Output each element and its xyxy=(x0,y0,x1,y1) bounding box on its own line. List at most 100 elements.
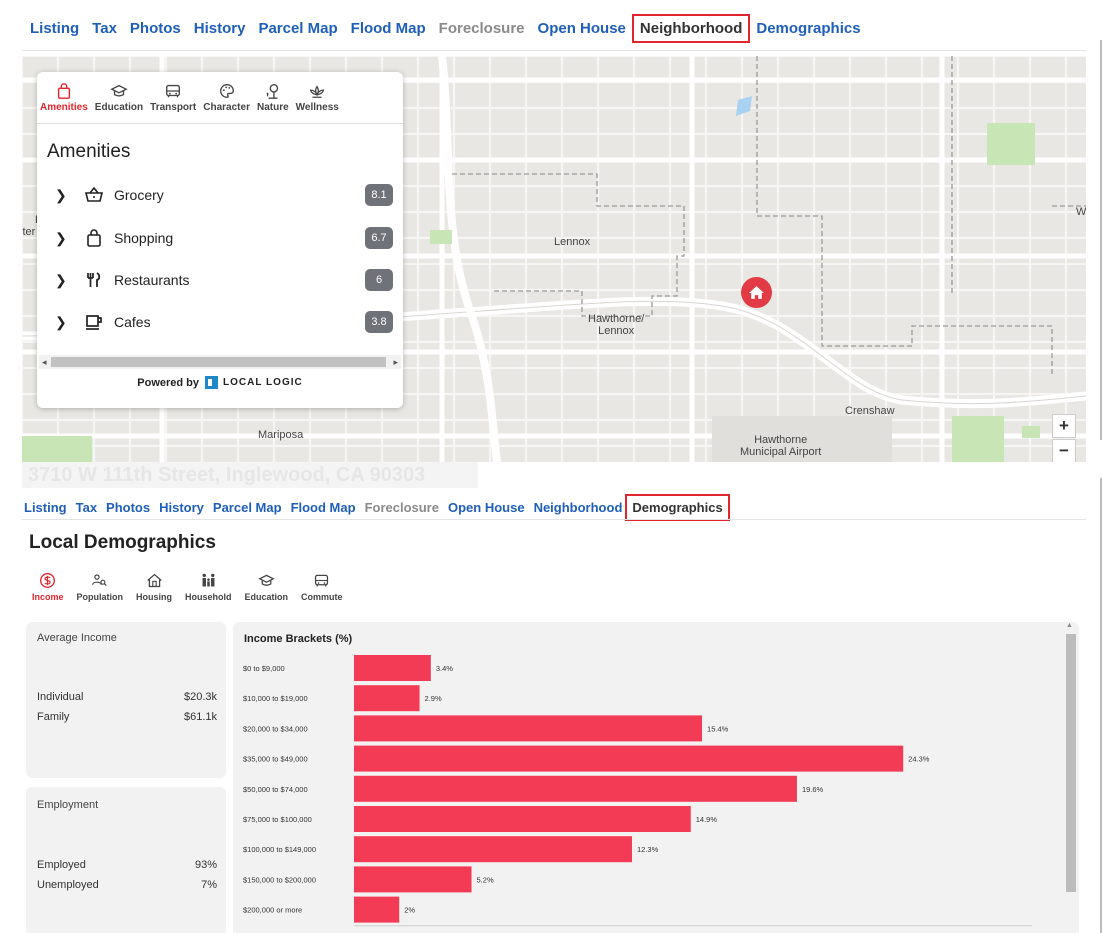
nav-divider xyxy=(22,50,1086,51)
category-tab-character[interactable]: Character xyxy=(203,82,250,123)
scrollbar-thumb[interactable] xyxy=(51,357,386,367)
tab-listing[interactable]: Listing xyxy=(30,20,79,37)
tab-tax[interactable]: Tax xyxy=(92,20,117,37)
scroll-up-arrow-icon[interactable]: ▲ xyxy=(1066,622,1073,629)
demographics-tab-population[interactable]: Population xyxy=(76,572,124,602)
category-tab-label: Character xyxy=(203,102,250,113)
amenity-score-badge: 6.7 xyxy=(365,227,393,249)
map-label-hawthorne-lennox: Hawthorne/ Lennox xyxy=(588,313,645,337)
zoom-in-button[interactable]: + xyxy=(1052,414,1076,438)
tab-parcel-map[interactable]: Parcel Map xyxy=(213,500,282,515)
chart-vertical-scrollbar[interactable]: ▲ xyxy=(1065,622,1077,933)
scrollbar-thumb[interactable] xyxy=(1066,634,1076,892)
demographics-tab-label: Education xyxy=(244,592,289,602)
powered-by-local-logic[interactable]: Powered by LOCAL LOGIC xyxy=(37,376,403,389)
panel-horizontal-scrollbar[interactable]: ◂ ▸ xyxy=(39,355,401,369)
window-edge xyxy=(1100,478,1102,933)
category-label: $75,000 to $100,000 xyxy=(243,815,312,824)
scroll-left-arrow-icon[interactable]: ◂ xyxy=(42,355,47,369)
map-label-edge-iter: iter xyxy=(22,226,36,238)
income-row-family: Family $61.1k xyxy=(37,711,217,723)
top-tab-nav: Listing Tax Photos History Parcel Map Flood M… xyxy=(30,14,874,43)
category-tab-label: Wellness xyxy=(295,102,339,113)
tab-neighborhood[interactable]: Neighborhood xyxy=(631,14,751,43)
local-logic-panel: Amenities Education Transport Character Natu… xyxy=(37,72,403,408)
income-brackets-svg: Income Brackets (%) $0 to $9,000 3.4% $10,0… xyxy=(243,633,1032,933)
amenity-row-grocery[interactable]: ❯ Grocery 8.1 xyxy=(55,183,393,207)
tab-tax[interactable]: Tax xyxy=(76,500,97,515)
tab-photos[interactable]: Photos xyxy=(130,20,181,37)
home-icon xyxy=(749,286,764,299)
category-tab-amenities[interactable]: Amenities xyxy=(40,82,88,123)
employment-row-unemployed: Unemployed 7% xyxy=(37,879,217,891)
zoom-out-button[interactable]: − xyxy=(1052,439,1076,462)
amenity-row-shopping[interactable]: ❯ Shopping 6.7 xyxy=(55,226,393,250)
amenities-heading: Amenities xyxy=(47,141,131,162)
tab-parcel-map[interactable]: Parcel Map xyxy=(258,20,337,37)
demographics-tab-label: Population xyxy=(76,592,124,602)
tab-flood-map[interactable]: Flood Map xyxy=(351,20,426,37)
demographics-tab-label: Household xyxy=(185,592,232,602)
category-tab-education[interactable]: Education xyxy=(95,82,143,123)
category-tabs: Amenities Education Transport Character Natu… xyxy=(37,72,403,124)
income-value: $61.1k xyxy=(183,711,217,723)
bar-value-label: 2.9% xyxy=(425,694,442,703)
graduation-cap-icon xyxy=(110,84,128,97)
income-bar xyxy=(354,655,431,681)
scroll-right-arrow-icon[interactable]: ▸ xyxy=(393,355,398,369)
chart-title: Income Brackets (%) xyxy=(244,633,353,645)
map-label-lennox: Lennox xyxy=(554,236,591,248)
category-tab-transport[interactable]: Transport xyxy=(150,82,196,123)
chevron-right-icon[interactable]: ❯ xyxy=(55,272,67,289)
chevron-right-icon[interactable]: ❯ xyxy=(55,314,67,331)
tab-demographics[interactable]: Demographics xyxy=(625,494,730,521)
tab-flood-map[interactable]: Flood Map xyxy=(291,500,356,515)
income-brackets-chart: Income Brackets (%) $0 to $9,000 3.4% $10,0… xyxy=(233,622,1079,933)
amenity-score-badge: 6 xyxy=(365,269,393,291)
local-logic-logo-icon xyxy=(205,376,219,389)
category-tab-label: Transport xyxy=(150,102,197,113)
bar-value-label: 19.6% xyxy=(802,785,824,794)
tab-foreclosure[interactable]: Foreclosure xyxy=(365,500,439,515)
category-tab-nature[interactable]: Nature xyxy=(257,82,289,123)
tab-demographics[interactable]: Demographics xyxy=(756,20,860,37)
tab-open-house[interactable]: Open House xyxy=(538,20,626,37)
demographics-tab-commute[interactable]: Commute xyxy=(301,572,343,602)
tab-history[interactable]: History xyxy=(159,500,204,515)
bar-value-label: 24.3% xyxy=(908,755,930,764)
bus-icon xyxy=(166,84,181,98)
amenity-label: Grocery xyxy=(114,187,164,203)
employment-label: Employed xyxy=(37,859,86,871)
chevron-right-icon[interactable]: ❯ xyxy=(55,187,67,204)
map-label-mariposa: Mariposa xyxy=(258,429,304,441)
tab-listing[interactable]: Listing xyxy=(24,500,67,515)
bar-value-label: 2% xyxy=(404,906,415,915)
demographics-tabs: Income Population Housing Household Educatio… xyxy=(32,572,356,602)
amenity-row-cafes[interactable]: ❯ Cafes 3.8 xyxy=(55,310,393,334)
home-pin[interactable] xyxy=(741,277,772,308)
income-label: Individual xyxy=(37,691,84,703)
bottom-tab-nav: Listing Tax Photos History Parcel Map Flood M… xyxy=(24,494,739,521)
tab-foreclosure[interactable]: Foreclosure xyxy=(439,20,525,37)
tab-photos[interactable]: Photos xyxy=(106,500,150,515)
amenity-row-restaurants[interactable]: ❯ Restaurants 6 xyxy=(55,268,393,292)
amenity-label: Shopping xyxy=(114,230,174,246)
income-label: Family xyxy=(37,711,70,723)
basket-icon xyxy=(84,186,104,202)
tab-open-house[interactable]: Open House xyxy=(448,500,525,515)
bar-value-label: 5.2% xyxy=(477,875,494,884)
chevron-right-icon[interactable]: ❯ xyxy=(55,230,67,247)
demographics-tab-education[interactable]: Education xyxy=(244,572,289,602)
category-label: $100,000 to $149,000 xyxy=(243,845,316,854)
category-tab-wellness[interactable]: Wellness xyxy=(296,82,339,123)
demographics-tab-household[interactable]: Household xyxy=(185,572,232,602)
demographics-tab-income[interactable]: Income xyxy=(32,572,64,602)
coffee-cup-icon xyxy=(86,315,102,330)
income-value: $20.3k xyxy=(183,691,217,703)
amenity-label: Restaurants xyxy=(114,272,190,288)
demographics-tab-housing[interactable]: Housing xyxy=(136,572,172,602)
employment-row-employed: Employed 93% xyxy=(37,859,217,871)
tab-neighborhood[interactable]: Neighborhood xyxy=(534,500,623,515)
tab-history[interactable]: History xyxy=(194,20,246,37)
shopping-bag-icon xyxy=(87,229,101,247)
